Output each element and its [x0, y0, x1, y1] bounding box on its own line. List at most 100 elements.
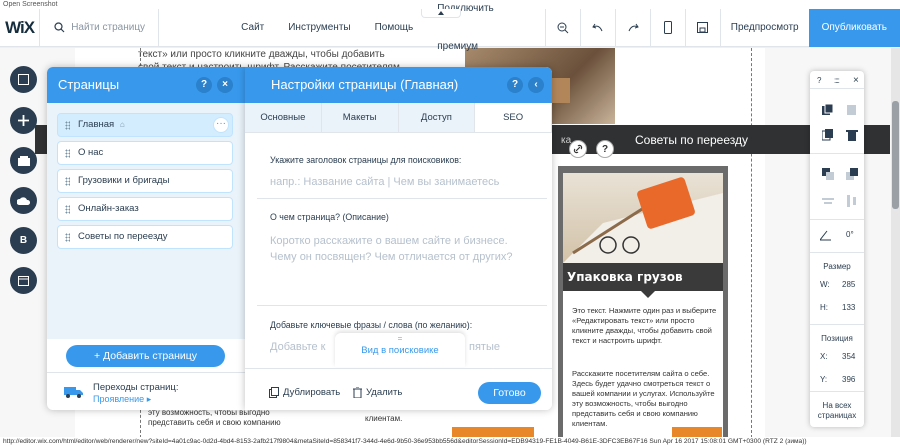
align-icon[interactable] [822, 195, 834, 207]
strip-title[interactable]: Советы по переезду [635, 133, 748, 147]
width-value[interactable]: 285 [842, 280, 855, 289]
pages-list: Главная ⌂ ··· О нас Грузовики и бригады … [47, 103, 245, 339]
page-item-tips[interactable]: Советы по переезду [57, 225, 233, 249]
card-title[interactable]: Упаковка грузов [567, 270, 683, 284]
divider [810, 88, 864, 89]
duplicate-label: Дублировать [283, 387, 341, 398]
page-item-label: Онлайн-заказ [78, 203, 139, 214]
preview-button[interactable]: Предпросмотр [719, 8, 809, 47]
position-label: Позиция [821, 334, 853, 343]
settings-header: Настройки страницы (Главная) ? ‹ [245, 67, 552, 103]
back-icon[interactable]: ‹ [528, 77, 544, 93]
menu-site[interactable]: Сайт [159, 9, 276, 47]
more-icon[interactable]: ··· [213, 117, 229, 133]
page-item-trucks[interactable]: Грузовики и бригады [57, 169, 233, 193]
undo-icon[interactable] [579, 8, 615, 47]
page-settings-panel: Настройки страницы (Главная) ? ‹ Основны… [245, 67, 552, 410]
scrollbar[interactable] [891, 48, 900, 438]
done-button[interactable]: Готово [478, 382, 541, 404]
search-preview-label: Вид в поисковике [361, 345, 439, 356]
wix-logo[interactable]: WiX [0, 18, 39, 38]
show-on-all-pages[interactable]: На всех страницах [810, 401, 864, 421]
menu-tools[interactable]: Инструменты [276, 9, 362, 47]
y-label: Y: [820, 375, 828, 384]
help-icon[interactable]: ? [596, 140, 614, 158]
height-label: H: [820, 303, 828, 312]
description-input[interactable]: Коротко расскажите о вашем сайте и бизне… [270, 233, 530, 265]
pages-panel-header: Страницы ? × [47, 67, 245, 103]
drag-handle-icon[interactable] [65, 205, 70, 214]
mobile-icon[interactable] [649, 8, 685, 47]
x-value[interactable]: 354 [842, 352, 855, 361]
close-icon[interactable]: × [853, 75, 859, 86]
seo-title-input[interactable]: напр.: Название сайта | Чем вы занимаете… [270, 174, 530, 190]
help-icon[interactable]: ? [507, 77, 523, 93]
status-bar: http://editor.wix.com/html/editor/web/re… [0, 437, 900, 446]
search-preview-tab[interactable]: = Вид в поисковике [335, 333, 465, 367]
save-icon[interactable] [684, 8, 720, 47]
lower-text[interactable]: эту возможность, чтобы выгодно представи… [148, 408, 308, 428]
tab-access[interactable]: Доступ [398, 103, 476, 132]
duplicate-button[interactable]: Дублировать [269, 387, 340, 398]
app-market-icon[interactable] [10, 147, 37, 174]
upload-icon[interactable] [10, 187, 37, 214]
y-value[interactable]: 396 [842, 375, 855, 384]
page-item-order[interactable]: Онлайн-заказ [57, 197, 233, 221]
delete-button[interactable]: Удалить [353, 387, 402, 398]
background-icon[interactable] [10, 66, 37, 93]
page-transitions[interactable]: Переходы страниц: Проявление ▸ [47, 372, 245, 410]
rotation-value[interactable]: 0° [846, 230, 854, 239]
truck-icon [64, 387, 83, 398]
send-backward-icon[interactable] [846, 168, 858, 180]
paste-icon[interactable] [846, 104, 858, 116]
lower-text[interactable]: клиентам. [365, 414, 402, 424]
blog-icon[interactable]: B [10, 227, 37, 254]
help-icon[interactable]: ? [817, 76, 821, 85]
collapse-topbar-icon[interactable] [421, 9, 461, 18]
menu-help[interactable]: Помощь [363, 9, 426, 47]
delete-label: Удалить [366, 387, 403, 398]
duplicate-icon[interactable] [822, 129, 834, 141]
service-card[interactable]: Упаковка грузов Это текст. Нажмите один … [558, 166, 728, 438]
redo-icon[interactable] [614, 8, 650, 47]
drag-handle-icon[interactable] [65, 233, 70, 242]
transitions-title: Переходы страниц: [93, 382, 179, 393]
settings-tabs: Основные Макеты Доступ SEO [245, 103, 552, 133]
settings-footer: Дублировать Удалить Готово [245, 368, 552, 410]
transitions-value[interactable]: Проявление ▸ [93, 394, 151, 405]
toolbar-icons [544, 8, 720, 47]
search-icon [54, 22, 65, 33]
add-icon[interactable] [10, 107, 37, 134]
help-icon[interactable]: ? [196, 77, 212, 93]
card-text[interactable]: Расскажите посетителям сайта о себе. Зде… [572, 369, 720, 429]
duplicate-icon [269, 387, 279, 398]
card-body: Упаковка грузов Это текст. Нажмите один … [563, 173, 723, 438]
drag-handle-icon[interactable] [65, 149, 70, 158]
tab-layouts[interactable]: Макеты [321, 103, 399, 132]
drag-handle-icon[interactable] [65, 177, 70, 186]
tab-seo[interactable]: SEO [475, 103, 552, 132]
page-item-about[interactable]: О нас [57, 141, 233, 165]
rotate-icon[interactable] [820, 229, 832, 241]
page-search[interactable]: Найти страницу [39, 8, 160, 47]
drag-handle-icon[interactable] [65, 121, 70, 130]
link-icon[interactable] [569, 140, 587, 158]
add-page-button[interactable]: + Добавить страницу [66, 345, 225, 367]
bookings-icon[interactable] [10, 267, 37, 294]
copy-icon[interactable] [822, 104, 834, 116]
card-text[interactable]: Это текст. Нажмите один раз и выберите «… [572, 306, 720, 346]
keywords-label: Добавьте ключевые фразы / слова (по жела… [270, 320, 473, 330]
distribute-icon[interactable] [846, 195, 858, 207]
height-value[interactable]: 133 [842, 303, 855, 312]
tab-general[interactable]: Основные [245, 103, 322, 132]
size-label: Размер [823, 262, 851, 271]
trash-icon[interactable] [846, 129, 858, 141]
scrollbar-thumb[interactable] [892, 101, 899, 209]
card-image[interactable] [563, 173, 723, 263]
page-item-home[interactable]: Главная ⌂ ··· [57, 113, 233, 137]
zoom-out-icon[interactable] [544, 8, 580, 47]
drag-handle-icon[interactable]: :::: [834, 76, 840, 85]
close-icon[interactable]: × [217, 77, 233, 93]
publish-button[interactable]: Опубликовать [808, 8, 900, 47]
bring-forward-icon[interactable] [822, 168, 834, 180]
